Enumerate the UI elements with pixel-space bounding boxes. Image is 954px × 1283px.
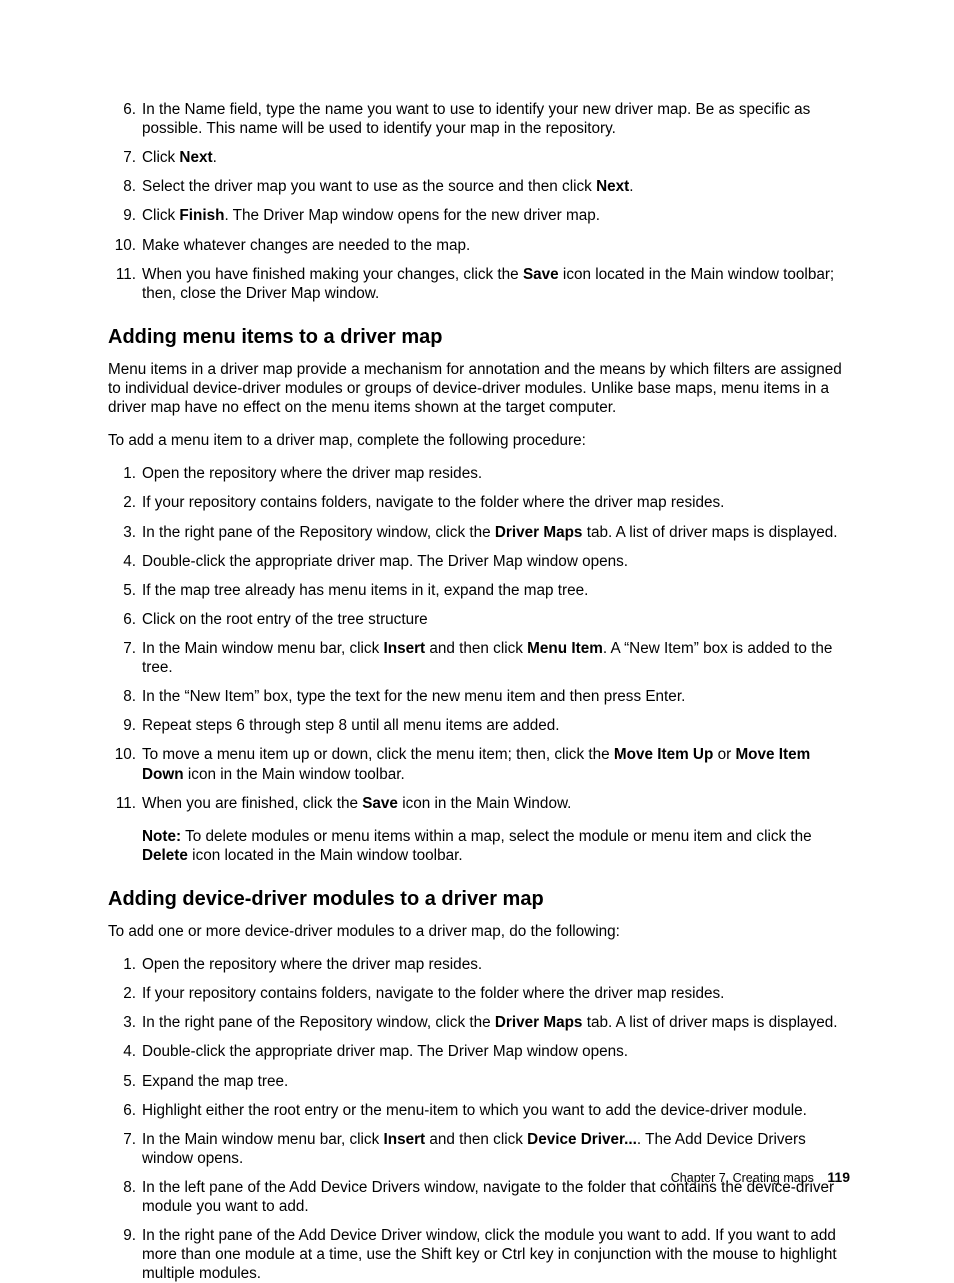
list-item-text: Open the repository where the driver map… bbox=[142, 956, 482, 973]
list-item-number: 2. bbox=[110, 493, 136, 512]
page: 6. In the Name field, type the name you w… bbox=[0, 0, 954, 1235]
list-item: 8.Select the driver map you want to use … bbox=[132, 177, 850, 196]
list-item: 6.Click on the root entry of the tree st… bbox=[132, 610, 850, 629]
list-item: 10.Make whatever changes are needed to t… bbox=[132, 236, 850, 255]
list-item-text: In the Main window menu bar, click Inser… bbox=[142, 1131, 806, 1167]
list-item-text: If your repository contains folders, nav… bbox=[142, 985, 724, 1002]
list-item-number: 3. bbox=[110, 1013, 136, 1032]
list-item: 11.When you have finished making your ch… bbox=[132, 265, 850, 303]
continued-ordered-list: 6. In the Name field, type the name you w… bbox=[108, 100, 850, 303]
list-item-text: To move a menu item up or down, click th… bbox=[142, 746, 810, 782]
list-item-number: 8. bbox=[110, 687, 136, 706]
list-item-number: 8. bbox=[110, 1178, 136, 1197]
list-item: 5.If the map tree already has menu items… bbox=[132, 581, 850, 600]
list-item-number: 1. bbox=[110, 955, 136, 974]
list-item-number: 11. bbox=[110, 265, 136, 284]
list-item-text: If your repository contains folders, nav… bbox=[142, 494, 724, 511]
list-item: 6.In the Name field, type the name you w… bbox=[132, 100, 850, 138]
list-item-text: In the Name field, type the name you wan… bbox=[142, 101, 810, 137]
list-item: 7.In the Main window menu bar, click Ins… bbox=[132, 1130, 850, 1168]
list-item-text: Expand the map tree. bbox=[142, 1073, 288, 1090]
list-item-text: In the Main window menu bar, click Inser… bbox=[142, 640, 832, 676]
list-item-text: In the “New Item” box, type the text for… bbox=[142, 688, 685, 705]
list-item: 3.In the right pane of the Repository wi… bbox=[132, 1013, 850, 1032]
list-item: 11.When you are finished, click the Save… bbox=[132, 794, 850, 865]
section-b-lead: To add one or more device-driver modules… bbox=[108, 922, 850, 941]
list-item-text: Click Finish. The Driver Map window open… bbox=[142, 207, 600, 224]
list-item-number: 3. bbox=[110, 523, 136, 542]
list-item: 1.Open the repository where the driver m… bbox=[132, 955, 850, 974]
list-item-text: Open the repository where the driver map… bbox=[142, 465, 482, 482]
list-item-text: Highlight either the root entry or the m… bbox=[142, 1102, 807, 1119]
list-item-number: 11. bbox=[110, 794, 136, 813]
list-item-text: In the right pane of the Repository wind… bbox=[142, 524, 838, 541]
list-item-number: 7. bbox=[110, 639, 136, 658]
list-item-text: Double-click the appropriate driver map.… bbox=[142, 1043, 628, 1060]
list-item: 9.Click Finish. The Driver Map window op… bbox=[132, 206, 850, 225]
list-item: 4.Double-click the appropriate driver ma… bbox=[132, 1042, 850, 1061]
list-item-number: 6. bbox=[110, 610, 136, 629]
list-item-text: Select the driver map you want to use as… bbox=[142, 178, 633, 195]
list-item: 5.Expand the map tree. bbox=[132, 1072, 850, 1091]
list-item-number: 9. bbox=[110, 1226, 136, 1245]
list-item-text: If the map tree already has menu items i… bbox=[142, 582, 588, 599]
list-item: 8.In the “New Item” box, type the text f… bbox=[132, 687, 850, 706]
list-item-number: 2. bbox=[110, 984, 136, 1003]
list-item-number: 4. bbox=[110, 1042, 136, 1061]
section-b-list: 1. Open the repository where the driver m… bbox=[108, 955, 850, 1283]
section-a-list: 1. Open the repository where the driver m… bbox=[108, 464, 850, 865]
section-a-lead: To add a menu item to a driver map, comp… bbox=[108, 431, 850, 450]
list-item-number: 10. bbox=[110, 745, 136, 764]
footer-chapter: Chapter 7. Creating maps bbox=[671, 1171, 814, 1185]
heading-adding-device-driver-modules: Adding device-driver modules to a driver… bbox=[108, 887, 850, 912]
list-item-text: When you have finished making your chang… bbox=[142, 266, 834, 302]
list-item-text: Click Next. bbox=[142, 149, 217, 166]
list-item: 3.In the right pane of the Repository wi… bbox=[132, 523, 850, 542]
list-item: 7.In the Main window menu bar, click Ins… bbox=[132, 639, 850, 677]
list-item-text: Repeat steps 6 through step 8 until all … bbox=[142, 717, 560, 734]
footer-page-number: 119 bbox=[827, 1169, 850, 1185]
list-item-number: 7. bbox=[110, 1130, 136, 1149]
list-item-text: Make whatever changes are needed to the … bbox=[142, 237, 470, 254]
list-item: 10.To move a menu item up or down, click… bbox=[132, 745, 850, 783]
list-item: 6.Highlight either the root entry or the… bbox=[132, 1101, 850, 1120]
section-a-intro: Menu items in a driver map provide a mec… bbox=[108, 360, 850, 417]
list-item-text: Double-click the appropriate driver map.… bbox=[142, 553, 628, 570]
list-item-text: Click on the root entry of the tree stru… bbox=[142, 611, 428, 628]
heading-adding-menu-items: Adding menu items to a driver map bbox=[108, 325, 850, 350]
list-item-number: 7. bbox=[110, 148, 136, 167]
list-item-number: 6. bbox=[110, 100, 136, 119]
list-item-number: 4. bbox=[110, 552, 136, 571]
list-item-number: 1. bbox=[110, 464, 136, 483]
list-item: 4.Double-click the appropriate driver ma… bbox=[132, 552, 850, 571]
list-item: 9.Repeat steps 6 through step 8 until al… bbox=[132, 716, 850, 735]
list-item: 7.Click Next. bbox=[132, 148, 850, 167]
list-item-text: In the right pane of the Repository wind… bbox=[142, 1014, 838, 1031]
list-item: 2.If your repository contains folders, n… bbox=[132, 984, 850, 1003]
list-item-number: 5. bbox=[110, 581, 136, 600]
page-footer: Chapter 7. Creating maps 119 bbox=[671, 1169, 850, 1187]
list-item: 1.Open the repository where the driver m… bbox=[132, 464, 850, 483]
list-item-number: 9. bbox=[110, 716, 136, 735]
list-item-number: 8. bbox=[110, 177, 136, 196]
list-item-text: When you are finished, click the Save ic… bbox=[142, 795, 850, 865]
list-item-number: 10. bbox=[110, 236, 136, 255]
list-item-text: In the right pane of the Add Device Driv… bbox=[142, 1227, 837, 1282]
list-item-number: 5. bbox=[110, 1072, 136, 1091]
list-item-number: 9. bbox=[110, 206, 136, 225]
list-item-number: 6. bbox=[110, 1101, 136, 1120]
list-item: 2.If your repository contains folders, n… bbox=[132, 493, 850, 512]
